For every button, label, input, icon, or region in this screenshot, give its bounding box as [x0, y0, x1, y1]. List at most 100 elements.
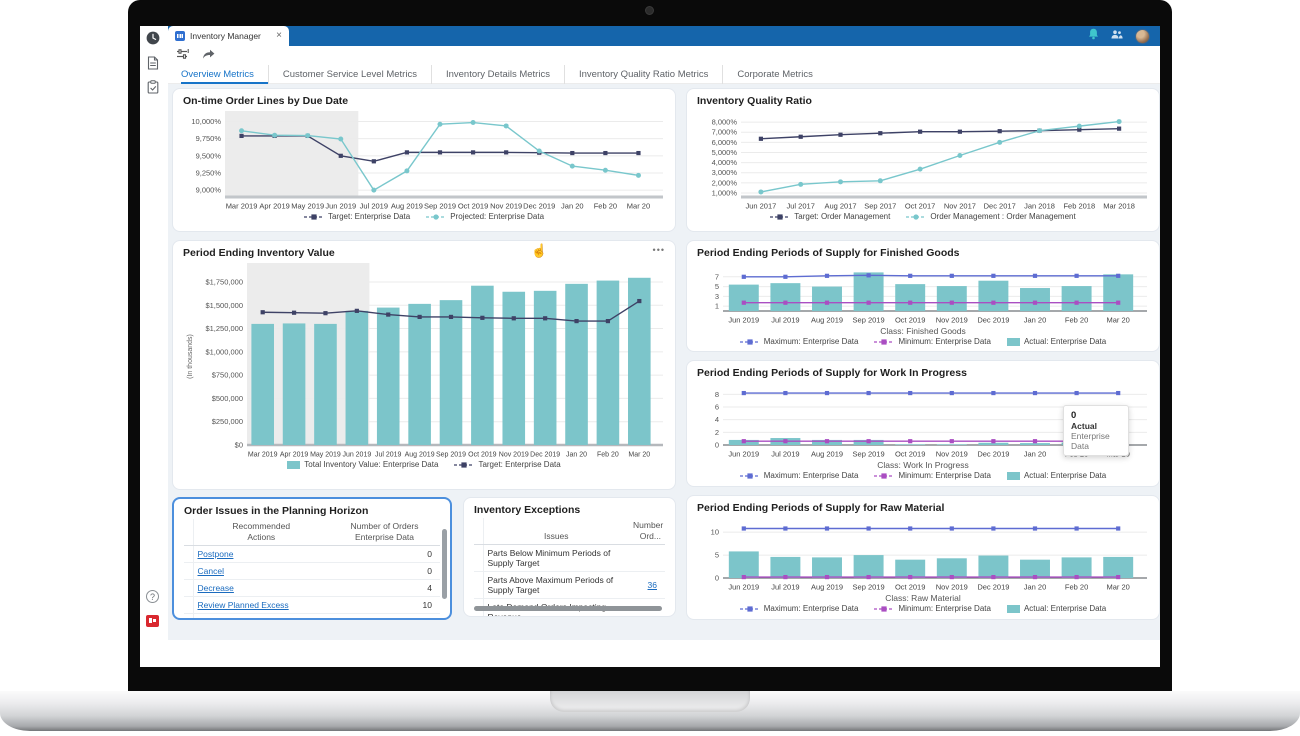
notifications-bell-icon[interactable] [1088, 27, 1099, 45]
legend-item[interactable]: Target: Enterprise Data [454, 460, 560, 469]
svg-text:Jun 2019: Jun 2019 [342, 452, 371, 459]
user-avatar[interactable] [1135, 29, 1150, 44]
action-link[interactable]: Cancel [198, 566, 224, 576]
svg-text:Aug 2019: Aug 2019 [811, 583, 843, 592]
svg-text:$1,750,000: $1,750,000 [205, 277, 243, 286]
line-swatch-icon [740, 338, 760, 346]
tab-customer-service-level-metrics[interactable]: Customer Service Level Metrics [268, 65, 431, 84]
rm-plot: 1050Jun 2019Jul 2019Aug 2019Sep 2019Oct … [697, 516, 1149, 592]
legend-item[interactable]: Actual: Enterprise Data [1007, 337, 1106, 346]
svg-text:9,750%: 9,750% [196, 134, 222, 143]
svg-text:$500,000: $500,000 [212, 394, 243, 403]
class-axis-label: Class: Work In Progress [697, 460, 1149, 470]
svg-text:Sep 2017: Sep 2017 [864, 202, 896, 211]
more-menu-icon[interactable]: ••• [653, 245, 665, 255]
fg-chart[interactable]: 7531Jun 2019Jul 2019Aug 2019Sep 2019Oct … [697, 261, 1149, 325]
hand-cursor: ☝ [531, 243, 547, 259]
peiv-chart[interactable]: $1,750,000$1,500,000$1,250,000$1,000,000… [183, 261, 665, 459]
legend-label: Target: Enterprise Data [478, 460, 560, 469]
tab-overview-metrics[interactable]: Overview Metrics [181, 65, 268, 84]
svg-text:Jun 2019: Jun 2019 [325, 202, 356, 211]
legend-item[interactable]: Target: Enterprise Data [304, 212, 410, 221]
legend-item[interactable]: Total Inventory Value: Enterprise Data [287, 460, 438, 469]
svg-text:Feb 20: Feb 20 [1065, 583, 1088, 592]
line-swatch-icon [874, 472, 894, 480]
legend-item[interactable]: Maximum: Enterprise Data [740, 337, 859, 346]
vertical-scrollbar[interactable] [442, 529, 447, 599]
legend-item[interactable]: Order Management : Order Management [906, 212, 1075, 221]
tab-inventory-details-metrics[interactable]: Inventory Details Metrics [431, 65, 564, 84]
action-link[interactable]: Expedite Planned Orders [198, 617, 293, 620]
rm-chart[interactable]: 1050Jun 2019Jul 2019Aug 2019Sep 2019Oct … [697, 516, 1149, 592]
chart-legend: Maximum: Enterprise Data Minimum: Enterpr… [697, 471, 1149, 480]
red-badge-glyph [146, 615, 159, 627]
svg-text:Dec 2017: Dec 2017 [984, 202, 1016, 211]
bar-swatch-icon [1007, 338, 1020, 346]
legend-item[interactable]: Actual: Enterprise Data [1007, 471, 1106, 480]
left-rail: ? [140, 26, 168, 667]
count-value: 10 [423, 600, 432, 610]
action-link[interactable]: Decrease [198, 583, 234, 593]
help-icon[interactable]: ? [144, 588, 161, 605]
legend-item[interactable]: Minimum: Enterprise Data [874, 604, 990, 613]
column-header-number-orders[interactable]: Number Ord... [629, 518, 665, 545]
count-value: 0 [427, 566, 432, 576]
legend-item[interactable]: Maximum: Enterprise Data [740, 604, 859, 613]
column-header-number-of-orders[interactable]: Number of Orders Enterprise Data [329, 519, 440, 546]
svg-text:Aug 2019: Aug 2019 [405, 452, 435, 459]
card-title: Inventory Exceptions [474, 504, 665, 516]
svg-text:May 2019: May 2019 [291, 202, 324, 211]
on-time-chart[interactable]: 10,000%9,750%9,500%9,250%9,000%Mar 2019A… [183, 109, 665, 211]
legend-item[interactable]: Minimum: Enterprise Data [874, 337, 990, 346]
card-period-ending-inventory-value: Period Ending Inventory Value ☝ ••• $1,7… [172, 240, 676, 490]
action-link[interactable]: Review Planned Excess [198, 600, 289, 610]
legend-item[interactable]: Actual: Enterprise Data [1007, 604, 1106, 613]
tab-inventory-quality-ratio-metrics[interactable]: Inventory Quality Ratio Metrics [564, 65, 722, 84]
legend-item[interactable]: Projected: Enterprise Data [426, 212, 544, 221]
svg-text:$0: $0 [235, 441, 243, 450]
svg-text:10: 10 [711, 528, 719, 537]
svg-text:Jul 2017: Jul 2017 [787, 202, 815, 211]
on_time-plot: 10,000%9,750%9,500%9,250%9,000%Mar 2019A… [183, 109, 665, 211]
count-link[interactable]: 36 [648, 580, 657, 590]
column-header-actions[interactable]: Recommended Actions [193, 519, 329, 546]
legend-item[interactable]: Minimum: Enterprise Data [874, 471, 990, 480]
svg-text:7,000%: 7,000% [712, 128, 738, 137]
svg-text:3,000%: 3,000% [712, 168, 738, 177]
legend-item[interactable]: Target: Order Management [770, 212, 890, 221]
svg-text:Sep 2019: Sep 2019 [436, 452, 466, 459]
card-pos-raw-material: Period Ending Periods of Supply for Raw … [686, 495, 1160, 620]
issue-label: Parts Above Maximum Periods of Supply Ta… [488, 575, 614, 595]
iqr-chart[interactable]: 8,000%7,000%6,000%5,000%4,000%3,000%2,00… [697, 109, 1149, 211]
svg-text:Oct 2019: Oct 2019 [895, 316, 925, 325]
svg-text:$1,000,000: $1,000,000 [205, 347, 243, 356]
svg-text:Dec 2019: Dec 2019 [977, 316, 1009, 325]
chart-legend: Maximum: Enterprise Data Minimum: Enterpr… [697, 604, 1149, 613]
laptop-base-notch [550, 691, 750, 712]
svg-text:Mar 2018: Mar 2018 [1103, 202, 1135, 211]
tab-close-icon[interactable]: × [276, 31, 282, 41]
chart-legend: Maximum: Enterprise Data Minimum: Enterpr… [697, 337, 1149, 346]
svg-text:Dec 2019: Dec 2019 [530, 452, 560, 459]
table-row: Cancel 0 [184, 563, 440, 580]
share-forward-icon[interactable] [202, 47, 215, 65]
clipboard-icon[interactable] [144, 78, 161, 95]
legend-item[interactable]: Maximum: Enterprise Data [740, 471, 859, 480]
tab-corporate-metrics[interactable]: Corporate Metrics [722, 65, 827, 84]
history-clock-icon[interactable] [144, 29, 161, 46]
legend-label: Order Management : Order Management [930, 212, 1075, 221]
horizontal-scrollbar[interactable] [474, 606, 662, 611]
column-header-issues[interactable]: Issues [483, 518, 629, 545]
line-swatch-icon [874, 605, 894, 613]
peiv-plot: $1,750,000$1,500,000$1,250,000$1,000,000… [183, 261, 665, 459]
browser-tab[interactable]: Inventory Manager × [168, 26, 289, 46]
webcam-dot [645, 6, 654, 15]
document-icon[interactable] [144, 54, 161, 71]
app-red-badge-icon[interactable] [144, 612, 161, 629]
filter-settings-icon[interactable] [176, 47, 190, 65]
svg-text:Nov 2019: Nov 2019 [936, 583, 968, 592]
order-issues-table: Recommended Actions Number of Orders Ent… [184, 519, 440, 620]
tab-favicon-chart-icon [175, 31, 185, 41]
action-link[interactable]: Postpone [198, 549, 234, 559]
share-users-icon[interactable] [1110, 27, 1124, 45]
